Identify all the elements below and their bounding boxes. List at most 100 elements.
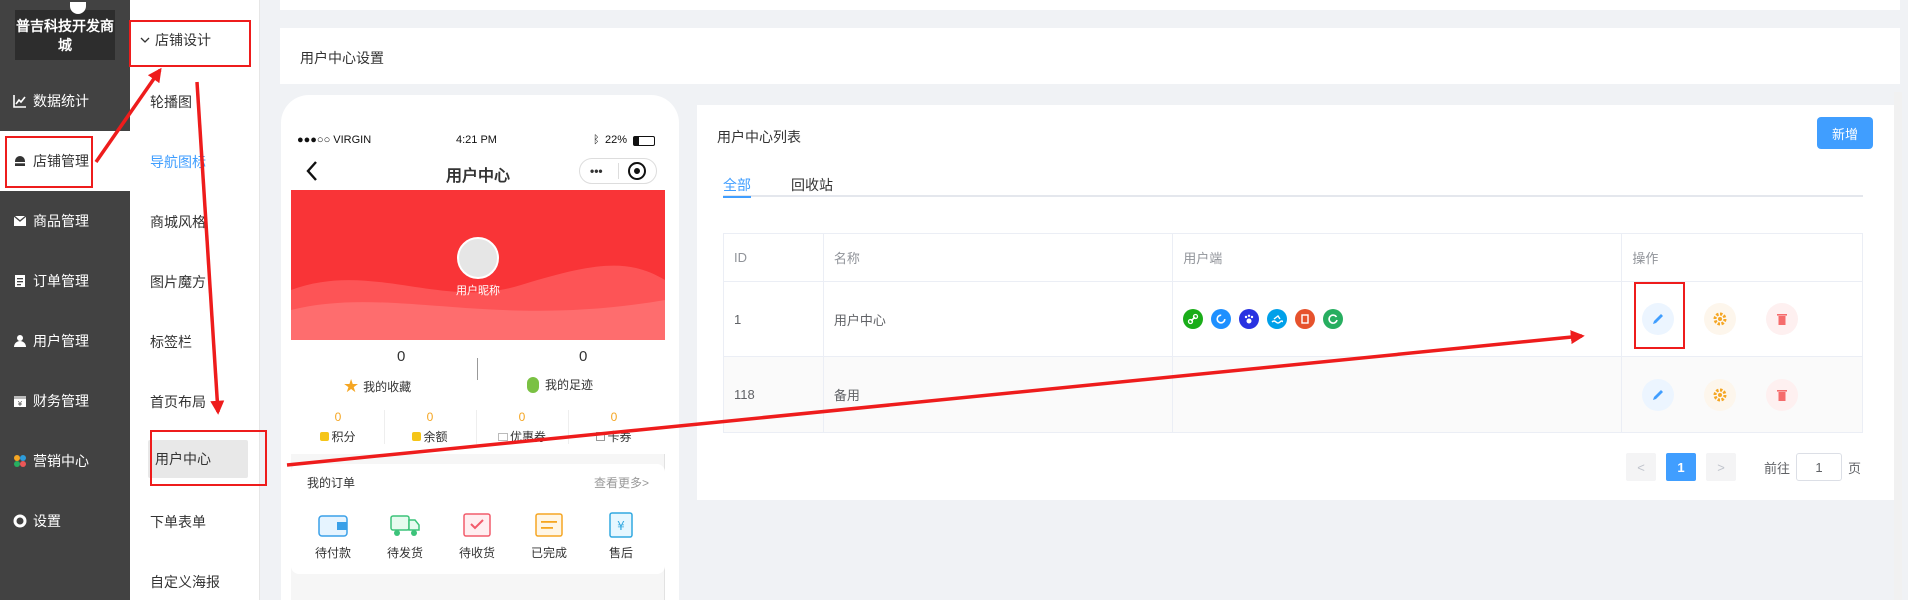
delete-button[interactable]	[1766, 303, 1799, 335]
submenu-item-carousel[interactable]: 轮播图	[150, 92, 192, 112]
capsule-divider	[618, 163, 619, 179]
order-label: 已完成	[530, 546, 567, 560]
table-row: 118 备用	[724, 357, 1862, 432]
close-circle-icon[interactable]	[628, 162, 646, 180]
sidebar-item-settings[interactable]: 设置	[0, 491, 130, 551]
footprint-icon	[527, 376, 539, 393]
gear-icon	[1713, 388, 1727, 401]
balance-label: 余额	[423, 430, 448, 444]
delete-button[interactable]	[1766, 378, 1799, 411]
sidebar-item-label: 用户管理	[33, 333, 89, 349]
column-header-name: 名称	[824, 234, 1174, 281]
sidebar-item-user-management[interactable]: 用户管理	[0, 311, 130, 371]
sidebar-item-data-stats[interactable]: 数据统计	[0, 71, 130, 131]
vertical-scrollbar[interactable]	[1894, 92, 1902, 600]
rotate-icon	[1211, 309, 1232, 329]
order-label: 售后	[608, 546, 633, 560]
order-pending-shipment[interactable]: 待发货	[375, 510, 435, 561]
order-after-sales[interactable]: ¥ 售后	[591, 510, 651, 561]
cards-label: 卡券	[607, 430, 632, 444]
sidebar-item-marketing-center[interactable]: 营销中心	[0, 431, 130, 491]
capsule-menu[interactable]: •••	[579, 158, 657, 184]
balance-value: 0	[426, 410, 434, 424]
table-row: 1 用户中心	[724, 282, 1862, 357]
avatar[interactable]	[457, 237, 499, 279]
my-orders: 我的订单 查看更多> 待付款 待发货 待收货 已完成 ¥ 售后	[291, 464, 665, 574]
submenu-item-image-cube[interactable]: 图片魔方	[150, 272, 206, 292]
sidebar-item-finance-management[interactable]: ¥ 财务管理	[0, 371, 130, 431]
orders-more-link[interactable]: 查看更多>	[594, 474, 649, 491]
carrier: ●●●○○ VIRGIN	[297, 134, 372, 146]
page-number-current[interactable]: 1	[1666, 453, 1696, 481]
row-id: 118	[724, 357, 824, 432]
orders-title: 我的订单	[307, 476, 356, 490]
balance-icon	[412, 432, 422, 441]
row-actions	[1622, 357, 1862, 432]
order-completed[interactable]: 已完成	[519, 510, 579, 561]
after-sales-icon: ¥	[609, 512, 633, 538]
edit-button[interactable]	[1642, 378, 1675, 411]
user-center-table: ID 名称 用户端 操作 1 用户中心 118 备用	[723, 233, 1863, 433]
list-tabs: 全部 回收站	[723, 165, 1863, 198]
settings-button[interactable]	[1704, 378, 1737, 411]
sidebar-item-label: 订单管理	[33, 273, 89, 289]
order-pending-payment[interactable]: 待付款	[303, 510, 363, 561]
list-title: 用户中心列表	[717, 129, 801, 145]
submenu-item-mall-style[interactable]: 商城风格	[150, 212, 206, 232]
new-button[interactable]: 新增	[1817, 117, 1873, 149]
sidebar-item-product-management[interactable]: 商品管理	[0, 191, 130, 251]
mail-icon	[12, 214, 27, 229]
tab-recycle-bin[interactable]: 回收站	[791, 175, 833, 195]
nickname: 用户昵称	[456, 285, 500, 297]
order-pending-receipt[interactable]: 待收货	[447, 510, 507, 561]
settings-button[interactable]	[1704, 303, 1737, 335]
submenu-item-custom-poster[interactable]: 自定义海报	[150, 572, 220, 592]
asset-coupons[interactable]: 0 优惠券	[477, 410, 567, 445]
phone-nav-bar: 用户中心 •••	[291, 152, 665, 190]
column-header-client: 用户端	[1173, 234, 1623, 281]
asset-cards[interactable]: 0 卡券	[569, 410, 659, 445]
asset-summary: 0 积分 0 余额 0 优惠券 0 卡券	[291, 402, 665, 454]
swim-icon	[1267, 309, 1288, 329]
annotation-box-store-management	[5, 136, 93, 188]
favorites-link[interactable]: ★ 我的收藏	[343, 376, 411, 397]
asset-balance[interactable]: 0 余额	[385, 410, 475, 445]
top-bar	[280, 0, 1900, 10]
pencil-icon	[1653, 389, 1664, 400]
more-dots-icon[interactable]: •••	[590, 164, 603, 178]
phone-preview: ●●●○○ VIRGIN 4:21 PM ᛒ 22% 用户中心 ••• 用户昵称…	[281, 95, 679, 600]
row-clients	[1173, 357, 1623, 432]
asset-points[interactable]: 0 积分	[293, 410, 383, 445]
coupons-value: 0	[518, 410, 526, 424]
tab-all[interactable]: 全部	[723, 175, 751, 195]
favorites-label: 我的收藏	[363, 380, 412, 394]
annotation-box-user-center	[150, 430, 267, 486]
gear-icon	[1713, 312, 1727, 326]
footprint-count: 0	[579, 348, 588, 365]
goto-label: 前往	[1764, 460, 1791, 476]
finance-icon: ¥	[12, 394, 27, 409]
order-label: 待付款	[314, 546, 351, 560]
page-title: 用户中心设置	[300, 50, 384, 66]
cards-value: 0	[610, 410, 618, 424]
sidebar-item-order-management[interactable]: 订单管理	[0, 251, 130, 311]
submenu-item-order-form[interactable]: 下单表单	[150, 512, 206, 532]
footprint-link[interactable]: 我的足迹	[527, 376, 593, 393]
submenu-item-nav-icons[interactable]: 导航图标	[150, 152, 206, 172]
prev-page-button[interactable]: <	[1626, 453, 1656, 481]
next-page-button[interactable]: >	[1706, 453, 1736, 481]
column-header-id: ID	[724, 234, 824, 281]
settings-header: 用户中心设置	[280, 28, 1900, 84]
submenu-item-home-layout[interactable]: 首页布局	[150, 392, 206, 412]
phone-screen: ●●●○○ VIRGIN 4:21 PM ᛒ 22% 用户中心 ••• 用户昵称…	[291, 128, 665, 600]
brand-logo[interactable]: 普吉科技开发商城	[15, 2, 115, 60]
points-label: 积分	[331, 430, 356, 444]
goto-page-input[interactable]	[1796, 453, 1843, 481]
submenu-item-tab-bar[interactable]: 标签栏	[150, 332, 192, 352]
user-center-list-card: 用户中心列表 新增 全部 回收站 ID 名称 用户端 操作 1 用户中心 118…	[697, 105, 1897, 500]
user-icon	[12, 334, 27, 349]
order-label: 待收货	[458, 546, 495, 560]
marketing-icon	[12, 454, 27, 469]
wallet-icon	[318, 515, 348, 537]
favorites-count: 0	[397, 348, 406, 365]
